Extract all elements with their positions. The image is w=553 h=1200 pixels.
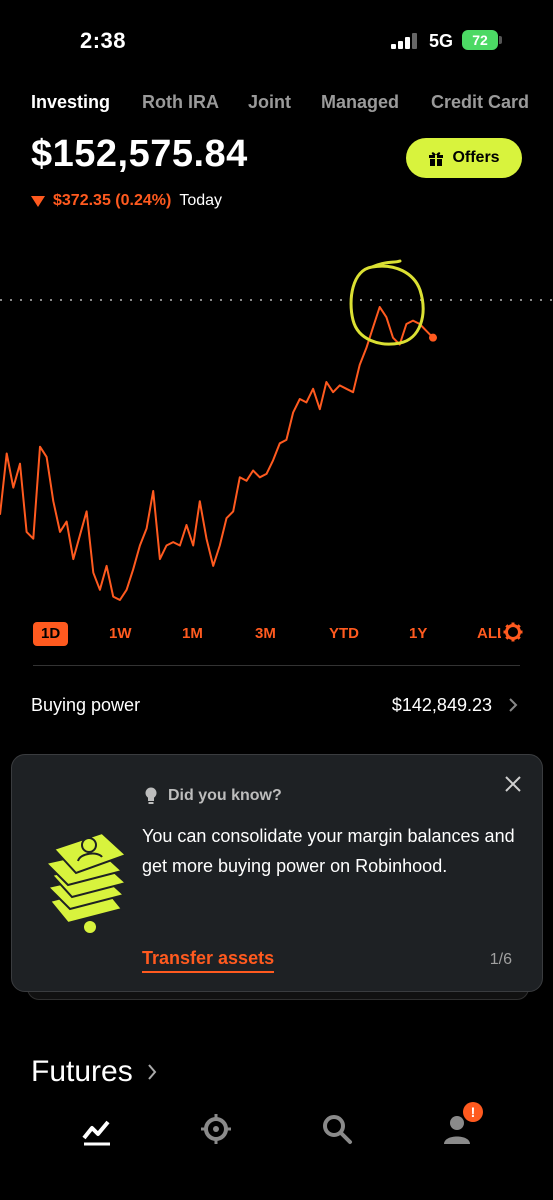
battery-tip [499,36,502,44]
futures-section-title[interactable]: Futures [31,1055,157,1089]
down-arrow-icon [31,195,45,207]
change-period: Today [179,192,223,209]
change-amount: $372.35 (0.24%) [53,192,172,209]
tip-body: You can consolidate your margin balances… [142,826,515,876]
portfolio-chart[interactable] [0,255,553,615]
status-bar: 2:38 5G 72 [0,0,553,80]
futures-label: Futures [31,1055,133,1088]
tab-investing[interactable]: Investing [31,92,110,113]
range-tab-3m[interactable]: 3M [255,622,276,646]
signal-icon [391,33,421,49]
range-tab-ytd[interactable]: YTD [329,622,359,646]
portfolio-change: $372.35 (0.24%) Today [31,192,222,210]
range-tab-1d[interactable]: 1D [33,622,69,646]
range-tab-1w[interactable]: 1W [109,622,132,646]
range-tabs: 1D 1W 1M 3M YTD 1Y ALL [0,620,553,648]
portfolio-value: $152,575.84 [31,133,248,175]
transfer-assets-link[interactable]: Transfer assets [142,948,275,973]
investing-chart-icon[interactable] [80,1112,114,1146]
tip-card[interactable]: Did you know? You can consolidate your m… [11,754,543,992]
close-icon[interactable] [504,775,522,793]
crypto-icon[interactable] [199,1112,233,1146]
annotation-circle [349,259,425,346]
status-time: 2:38 [80,28,127,53]
divider [33,665,520,666]
account-badge: ! [463,1102,483,1122]
chevron-right-icon [147,1064,157,1080]
battery-level: 72 [472,32,488,48]
range-tab-1m[interactable]: 1M [182,622,203,646]
range-tab-1y[interactable]: 1Y [409,622,427,646]
network-type: 5G [429,31,454,51]
stacked-papers-illustration [44,831,129,933]
chart-end-point [429,333,437,342]
tip-header: Did you know? [144,787,282,805]
buying-power-label: Buying power [31,695,141,715]
search-icon[interactable] [320,1112,354,1146]
tab-credit-card[interactable]: Credit Card [431,92,529,113]
account-tabs: Investing Roth IRA Joint Managed Credit … [31,92,553,118]
tip-pager: 1/6 [489,951,512,968]
range-tab-all[interactable]: ALL [477,622,501,646]
buying-power-value: $142,849.23 [391,695,492,715]
chevron-right-icon [509,698,518,712]
tab-roth-ira[interactable]: Roth IRA [142,92,219,113]
tip-header-label: Did you know? [168,787,282,804]
offers-button[interactable]: Offers [406,138,522,178]
chart-series-line [0,306,434,601]
battery-icon: 72 [462,30,498,50]
tab-joint[interactable]: Joint [248,92,291,113]
gift-icon [429,152,444,166]
gear-icon[interactable] [503,622,523,642]
offers-label: Offers [452,149,500,166]
tab-managed[interactable]: Managed [321,92,399,113]
lightbulb-icon [145,787,157,804]
buying-power-row[interactable]: Buying power $142,849.23 [0,685,553,725]
